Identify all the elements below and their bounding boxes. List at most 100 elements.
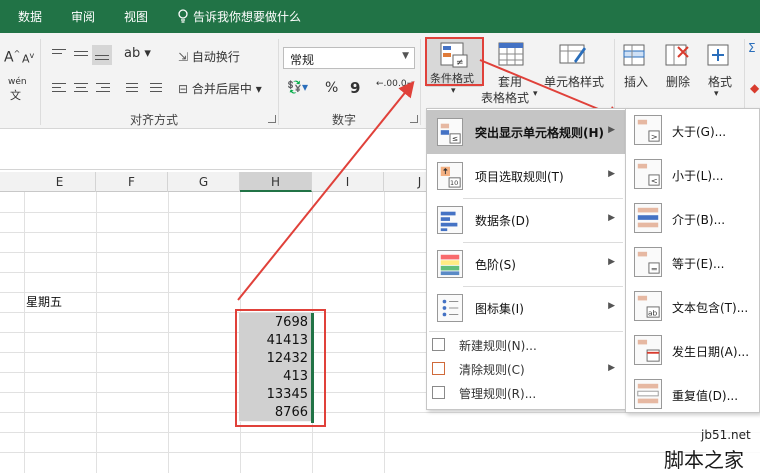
menu-item-label: 图标集(I): [475, 302, 524, 316]
number-launcher-icon[interactable]: [410, 115, 418, 123]
color-scales-icon: [437, 250, 463, 278]
submenu-item-text-contains[interactable]: ab 文本包含(T)...: [626, 285, 759, 329]
tab-review[interactable]: 审阅: [71, 8, 95, 25]
menu-item-new-rule[interactable]: 新建规则(N)...: [427, 333, 625, 357]
top-bottom-rules-icon: 10: [437, 162, 463, 190]
decrease-decimal-button[interactable]: .0→: [398, 79, 414, 89]
phonetic-char-icon[interactable]: 文: [10, 87, 21, 103]
menu-item-label: 数据条(D): [475, 214, 530, 228]
phonetic-button[interactable]: wén: [8, 77, 27, 87]
currency-icon[interactable]: 💱▾: [287, 80, 308, 94]
menu-item-clear-rules[interactable]: 清除规则(C) ▶: [427, 357, 625, 381]
submenu-arrow-icon: ▶: [608, 257, 615, 267]
submenu-item-greater-than[interactable]: > 大于(G)...: [626, 109, 759, 153]
delete-cells-icon[interactable]: [662, 41, 690, 69]
increase-decimal-button[interactable]: ←.00: [376, 79, 398, 89]
submenu-item-less-than[interactable]: < 小于(L)...: [626, 153, 759, 197]
submenu-arrow-icon: ▶: [608, 213, 615, 223]
align-top-icon[interactable]: [50, 47, 68, 61]
column-header[interactable]: I: [312, 172, 384, 192]
menu-item-highlight-cells-rules[interactable]: ≤ 突出显示单元格规则(H) ▶: [427, 110, 625, 154]
insert-label[interactable]: 插入: [624, 73, 648, 90]
menu-item-top-bottom-rules[interactable]: 10 项目选取规则(T) ▶: [427, 154, 625, 198]
align-bottom-icon[interactable]: [92, 45, 112, 65]
menu-item-data-bars[interactable]: 数据条(D) ▶: [427, 198, 625, 242]
svg-text:ab: ab: [648, 308, 658, 317]
watermark-text: 脚本之家: [664, 448, 744, 472]
align-right-icon[interactable]: [94, 81, 112, 95]
column-header[interactable]: E: [24, 172, 96, 192]
wrap-text-button[interactable]: ⇲ 自动换行: [178, 48, 240, 65]
submenu-item-duplicate-values[interactable]: 重复值(D)...: [626, 373, 759, 417]
merge-center-button[interactable]: ⊟ 合并后居中 ▾: [178, 80, 262, 97]
chevron-down-icon: ▾: [714, 89, 719, 99]
highlight-rules-submenu: > 大于(G)... < 小于(L)... 介于(B)... = 等于(E)..…: [625, 108, 760, 413]
submenu-item-date-occurring[interactable]: 发生日期(A)...: [626, 329, 759, 373]
insert-cells-icon[interactable]: [620, 41, 648, 69]
submenu-item-label: 文本包含(T)...: [672, 301, 749, 315]
submenu-arrow-icon: ▶: [608, 363, 615, 373]
format-label[interactable]: 格式: [708, 73, 732, 90]
shrink-font-icon[interactable]: Av: [22, 51, 34, 66]
orientation-icon[interactable]: ab ▾: [124, 46, 151, 61]
comma-button[interactable]: 9: [350, 79, 360, 97]
number-format-select[interactable]: 常规 ▼: [283, 47, 415, 69]
svg-text:10: 10: [450, 179, 458, 187]
clear-rules-icon: [432, 362, 445, 375]
submenu-item-equal-to[interactable]: = 等于(E)...: [626, 241, 759, 285]
highlight-rules-icon: ≤: [437, 118, 463, 146]
menu-item-icon-sets[interactable]: 图标集(I) ▶: [427, 286, 625, 330]
submenu-item-label: 大于(G)...: [672, 125, 727, 139]
column-header-selected[interactable]: H: [240, 172, 312, 192]
menu-item-label: 项目选取规则(T): [475, 170, 564, 184]
merge-center-label: 合并后居中: [191, 82, 252, 96]
delete-label[interactable]: 删除: [666, 73, 690, 90]
decrease-indent-icon[interactable]: [120, 81, 138, 95]
submenu-item-between[interactable]: 介于(B)...: [626, 197, 759, 241]
number-format-value: 常规: [290, 53, 315, 67]
column-header[interactable]: F: [96, 172, 168, 192]
menu-item-label: 新建规则(N)...: [459, 339, 537, 353]
ribbon-tab-bar: 数据 审阅 视图 告诉我你想要做什么: [0, 0, 760, 33]
submenu-arrow-icon: ▶: [608, 301, 615, 311]
cell-styles-label[interactable]: 单元格样式: [544, 73, 604, 90]
format-cells-icon[interactable]: [704, 41, 732, 69]
clear-icon[interactable]: ◆: [750, 81, 759, 95]
cell-styles-icon[interactable]: [558, 41, 588, 69]
tab-data[interactable]: 数据: [18, 8, 42, 25]
alignment-launcher-icon[interactable]: [268, 115, 276, 123]
data-bars-icon: [437, 206, 463, 234]
decrease-decimal-label: .0: [398, 79, 407, 89]
tell-me-search[interactable]: 告诉我你想要做什么: [193, 8, 301, 25]
cell-weekday[interactable]: 星期五: [26, 293, 62, 310]
grow-font-icon[interactable]: A^: [4, 49, 20, 66]
new-rule-icon: [432, 338, 445, 351]
align-center-icon[interactable]: [72, 81, 90, 95]
highlight-box-selection: [235, 309, 326, 427]
percent-button[interactable]: %: [325, 80, 338, 96]
autosum-icon[interactable]: Σ: [748, 41, 756, 55]
format-as-table-icon[interactable]: [497, 41, 527, 69]
svg-text:≤: ≤: [452, 134, 458, 143]
menu-item-label: 管理规则(R)...: [459, 387, 537, 401]
align-middle-icon[interactable]: [72, 47, 90, 61]
group-label-number: 数字: [332, 113, 357, 127]
increase-indent-icon[interactable]: [144, 81, 162, 95]
format-as-table-label-1[interactable]: 套用: [498, 73, 522, 90]
submenu-item-label: 小于(L)...: [672, 169, 724, 183]
duplicate-values-icon: [634, 379, 662, 409]
menu-item-label: 色阶(S): [475, 258, 516, 272]
tab-view[interactable]: 视图: [124, 8, 148, 25]
increase-decimal-label: .00: [383, 79, 398, 89]
greater-than-icon: >: [634, 115, 662, 145]
equal-to-icon: =: [634, 247, 662, 277]
submenu-arrow-icon: ▶: [608, 169, 615, 179]
chevron-down-icon: ▾: [533, 89, 538, 99]
menu-item-label: 清除规则(C): [459, 363, 525, 377]
menu-item-color-scales[interactable]: 色阶(S) ▶: [427, 242, 625, 286]
menu-item-manage-rules[interactable]: 管理规则(R)...: [427, 381, 625, 405]
column-header[interactable]: G: [168, 172, 240, 192]
format-as-table-label-2[interactable]: 表格格式: [481, 89, 529, 106]
align-left-icon[interactable]: [50, 81, 68, 95]
lightbulb-icon: [178, 9, 188, 23]
